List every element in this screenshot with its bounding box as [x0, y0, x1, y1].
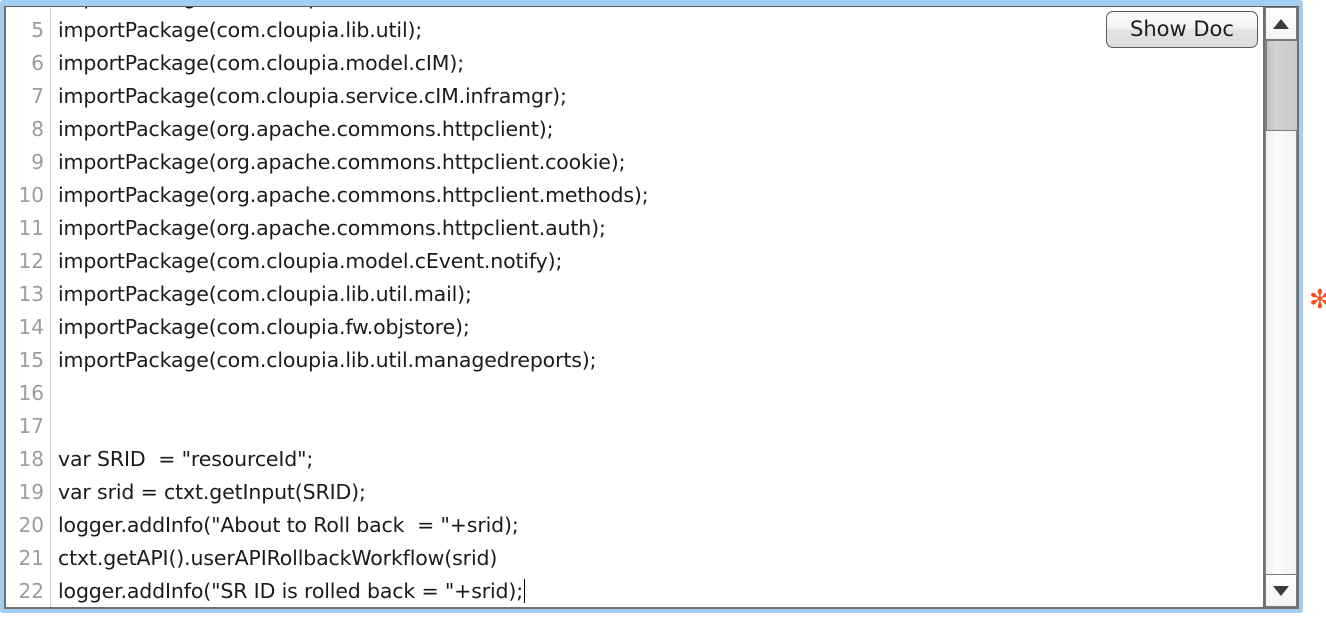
code-line[interactable]: 19 var srid = ctxt.getInput(SRID); — [6, 476, 1263, 509]
code-line[interactable]: 22 logger.addInfo("SR ID is rolled back =… — [6, 575, 1263, 607]
code-line[interactable]: 7 importPackage(com.cloupia.service.cIM.i… — [6, 80, 1263, 113]
triangle-down-icon — [1273, 585, 1289, 596]
line-source: logger.addInfo("About to Roll back = "+s… — [58, 513, 519, 537]
line-number: 19 — [18, 480, 44, 504]
code-line[interactable]: 11 importPackage(org.apache.commons.httpc… — [6, 212, 1263, 245]
code-line[interactable]: 4 importPackage(com.cloupia.lib.util); — [6, 7, 1263, 14]
triangle-up-icon — [1273, 18, 1289, 29]
line-number: 14 — [18, 315, 44, 339]
code-line[interactable]: 18 var SRID = "resourceId"; — [6, 443, 1263, 476]
code-line[interactable]: 9 importPackage(org.apache.commons.httpcl… — [6, 146, 1263, 179]
vertical-scrollbar[interactable] — [1263, 7, 1297, 607]
scroll-up-button[interactable] — [1265, 7, 1297, 40]
line-source: ctxt.getAPI().userAPIRollbackWorkflow(sr… — [58, 546, 498, 570]
scrollbar-thumb[interactable] — [1266, 40, 1297, 131]
line-number: 4 — [6, 7, 44, 14]
line-source: importPackage(com.cloupia.lib.util); — [58, 7, 422, 14]
code-line[interactable]: 14 importPackage(com.cloupia.fw.objstore)… — [6, 311, 1263, 344]
line-source: importPackage(com.cloupia.lib.util.mail)… — [58, 282, 472, 306]
line-number: 9 — [31, 150, 44, 174]
line-number: 13 — [18, 282, 44, 306]
line-number: 7 — [31, 84, 44, 108]
line-number: 8 — [31, 117, 44, 141]
line-source: importPackage(org.apache.commons.httpcli… — [58, 183, 649, 207]
code-editor-frame: 4 importPackage(com.cloupia.lib.util); 5 im… — [4, 5, 1299, 609]
line-source: var SRID = "resourceId"; — [58, 447, 314, 471]
code-line[interactable]: 20 logger.addInfo("About to Roll back = "… — [6, 509, 1263, 542]
code-line[interactable]: 16 — [6, 377, 1263, 410]
code-line[interactable]: 10 importPackage(org.apache.commons.httpc… — [6, 179, 1263, 212]
screen-root: 4 importPackage(com.cloupia.lib.util); 5 im… — [0, 0, 1326, 620]
line-source: importPackage(org.apache.commons.httpcli… — [58, 117, 554, 141]
line-number: 5 — [31, 18, 44, 42]
line-number: 22 — [18, 579, 44, 603]
line-number: 6 — [31, 51, 44, 75]
show-doc-button[interactable]: Show Doc — [1106, 11, 1258, 48]
line-number: 21 — [18, 546, 44, 570]
code-line[interactable]: 12 importPackage(com.cloupia.model.cEvent… — [6, 245, 1263, 278]
code-line[interactable]: 17 — [6, 410, 1263, 443]
code-line[interactable]: 15 importPackage(com.cloupia.lib.util.man… — [6, 344, 1263, 377]
code-line[interactable]: 8 importPackage(org.apache.commons.httpcl… — [6, 113, 1263, 146]
line-source: importPackage(org.apache.commons.httpcli… — [58, 216, 606, 240]
line-number: 11 — [18, 216, 44, 240]
line-source: var srid = ctxt.getInput(SRID); — [58, 480, 366, 504]
line-number: 17 — [18, 414, 44, 438]
line-number: 15 — [18, 348, 44, 372]
code-line[interactable]: 21 ctxt.getAPI().userAPIRollbackWorkflow(… — [6, 542, 1263, 575]
line-source: importPackage(com.cloupia.lib.util.manag… — [58, 348, 597, 372]
scroll-down-button[interactable] — [1265, 574, 1297, 607]
line-source: logger.addInfo("SR ID is rolled back = "… — [58, 579, 526, 603]
line-number: 12 — [18, 249, 44, 273]
line-source: importPackage(org.apache.commons.httpcli… — [58, 150, 626, 174]
code-line[interactable]: 6 importPackage(com.cloupia.model.cIM); — [6, 47, 1263, 80]
line-source: importPackage(com.cloupia.model.cEvent.n… — [58, 249, 563, 273]
line-source: importPackage(com.cloupia.model.cIM); — [58, 51, 464, 75]
code-line[interactable]: 13 importPackage(com.cloupia.lib.util.mai… — [6, 278, 1263, 311]
text-caret — [524, 579, 526, 603]
line-number: 20 — [18, 513, 44, 537]
line-source: importPackage(com.cloupia.service.cIM.in… — [58, 84, 567, 108]
line-number: 16 — [18, 381, 44, 405]
asterisk-marker-icon[interactable]: ✻ — [1309, 287, 1326, 313]
code-line[interactable]: 5 importPackage(com.cloupia.lib.util); — [6, 14, 1263, 47]
code-editor-surface[interactable]: 4 importPackage(com.cloupia.lib.util); 5 im… — [6, 7, 1263, 607]
scrollbar-track[interactable] — [1265, 40, 1297, 574]
line-number: 10 — [18, 183, 44, 207]
line-number: 18 — [18, 447, 44, 471]
line-source: importPackage(com.cloupia.fw.objstore); — [58, 315, 470, 339]
code-lines-container: 4 importPackage(com.cloupia.lib.util); 5 im… — [6, 7, 1263, 607]
line-source: importPackage(com.cloupia.lib.util); — [58, 18, 423, 42]
